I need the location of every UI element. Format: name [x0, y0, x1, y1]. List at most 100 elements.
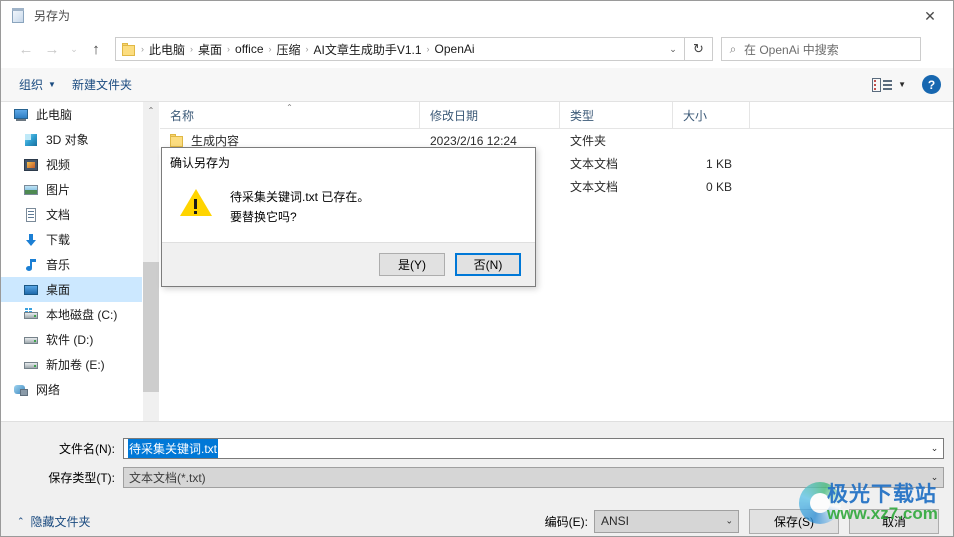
organize-button[interactable]: 组织 ▼	[11, 72, 64, 97]
pictures-icon	[23, 182, 39, 198]
dialog-message: 待采集关键词.txt 已存在。 要替换它吗?	[230, 187, 369, 227]
cell-type: 文本文档	[570, 157, 619, 171]
drive-icon	[23, 332, 39, 348]
breadcrumb-item-0[interactable]: 此电脑	[145, 41, 189, 58]
drive-icon	[23, 357, 39, 373]
desktop-icon	[23, 282, 39, 298]
computer-icon	[13, 107, 29, 123]
documents-icon	[23, 207, 39, 223]
filetype-select[interactable]: 文本文档(*.txt) ⌄	[123, 467, 944, 488]
cancel-button[interactable]: 取消	[849, 508, 939, 534]
organize-label: 组织	[19, 78, 44, 92]
column-header-type[interactable]: 类型	[560, 102, 673, 128]
downloads-icon	[23, 232, 39, 248]
sidebar-item-network[interactable]: 网络	[1, 377, 142, 402]
breadcrumb-item-2[interactable]: office	[231, 42, 267, 56]
sidebar-item-local-disk-c[interactable]: 本地磁盘 (C:)	[1, 302, 142, 327]
sidebar-item-videos[interactable]: 视频	[1, 152, 142, 177]
chevron-down-icon: ⌄	[725, 515, 733, 526]
filetype-value: 文本文档(*.txt)	[129, 471, 206, 485]
title-bar: 另存为 ✕	[1, 1, 953, 30]
column-header-empty	[750, 102, 950, 128]
sidebar-item-pictures[interactable]: 图片	[1, 177, 142, 202]
help-button[interactable]: ?	[922, 75, 941, 94]
sidebar-item-label: 桌面	[46, 283, 71, 297]
filename-row: 文件名(N): 待采集关键词.txt ⌄	[1, 438, 953, 459]
sidebar-item-downloads[interactable]: 下载	[1, 227, 142, 252]
sidebar-item-documents[interactable]: 文档	[1, 202, 142, 227]
sidebar-item-label: 文档	[46, 208, 71, 222]
chevron-down-icon[interactable]: ⌄	[926, 468, 943, 487]
dialog-message-line1: 待采集关键词.txt 已存在。	[230, 190, 370, 204]
sidebar-item-desktop[interactable]: 桌面	[1, 277, 142, 302]
sidebar-item-3d-objects[interactable]: 3D 对象	[1, 127, 142, 152]
column-label: 类型	[570, 108, 595, 123]
dialog-body: 待采集关键词.txt 已存在。 要替换它吗?	[162, 171, 535, 227]
filename-value: 待采集关键词.txt	[128, 439, 219, 458]
breadcrumb-item-5[interactable]: OpenAi	[431, 42, 479, 56]
hide-folders-label: 隐藏文件夹	[30, 514, 91, 529]
dialog-footer: 是(Y) 否(N)	[162, 242, 535, 286]
scrollbar-thumb[interactable]	[143, 262, 159, 392]
yes-button[interactable]: 是(Y)	[379, 253, 445, 276]
column-label: 修改日期	[430, 108, 479, 123]
sidebar-item-label: 下载	[46, 233, 71, 247]
filetype-label: 保存类型(T):	[48, 471, 115, 485]
music-icon	[23, 257, 39, 273]
command-toolbar: 组织 ▼ 新建文件夹 ▼ ?	[1, 68, 953, 102]
scroll-up-icon[interactable]: ⌃	[143, 102, 159, 119]
toolbar-right-group: ▼ ?	[872, 75, 941, 94]
chevron-down-icon[interactable]: ⌄	[662, 44, 684, 55]
save-button[interactable]: 保存(S)	[749, 508, 839, 534]
view-mode-icon[interactable]	[872, 77, 894, 93]
column-header-date[interactable]: 修改日期	[420, 102, 560, 128]
cell-size: 0 KB	[705, 179, 732, 194]
column-header-size[interactable]: 大小	[673, 102, 750, 128]
breadcrumb-item-3[interactable]: 压缩	[273, 41, 305, 58]
breadcrumb-item-1[interactable]: 桌面	[194, 41, 226, 58]
search-input[interactable]: ⌕ 在 OpenAi 中搜索	[721, 37, 921, 61]
save-form: 文件名(N): 待采集关键词.txt ⌄ 保存类型(T): 文本文档(*.txt…	[1, 421, 953, 536]
filename-input[interactable]: 待采集关键词.txt ⌄	[123, 438, 944, 459]
encoding-select[interactable]: ANSI ⌄	[594, 509, 739, 533]
breadcrumb-item-4[interactable]: AI文章生成助手V1.1	[310, 41, 426, 58]
videos-icon	[23, 157, 39, 173]
chevron-down-icon[interactable]: ⌄	[926, 439, 943, 458]
navigation-sidebar[interactable]: 此电脑 3D 对象 视频 图片 文档 下载 音乐 桌面 本地磁盘 (C:) 软件…	[1, 102, 142, 421]
sidebar-scrollbar[interactable]: ⌃ ⌄	[142, 102, 159, 536]
sidebar-item-music[interactable]: 音乐	[1, 252, 142, 277]
sidebar-item-label: 视频	[46, 158, 71, 172]
close-icon[interactable]: ✕	[907, 1, 953, 30]
forward-icon[interactable]: →	[39, 36, 65, 62]
search-icon: ⌕	[729, 41, 737, 56]
new-folder-button[interactable]: 新建文件夹	[64, 72, 140, 97]
navigation-bar: ← → ⌄ ↑ › 此电脑 › 桌面 › office › 压缩 › AI文章生…	[1, 30, 953, 68]
hide-folders-button[interactable]: ⌃ 隐藏文件夹	[17, 513, 91, 530]
3d-objects-icon	[23, 132, 39, 148]
cell-type: 文件夹	[570, 134, 607, 148]
save-as-dialog-window: 另存为 ✕ ← → ⌄ ↑ › 此电脑 › 桌面 › office › 压缩 ›…	[0, 0, 954, 537]
up-icon[interactable]: ↑	[83, 36, 109, 62]
column-label: 名称	[170, 108, 195, 123]
window-title: 另存为	[34, 9, 71, 23]
cell-size	[673, 129, 750, 152]
recent-locations-icon[interactable]: ⌄	[65, 36, 83, 62]
new-folder-label: 新建文件夹	[71, 78, 132, 92]
chevron-down-icon: ▼	[48, 80, 56, 89]
sidebar-item-this-pc[interactable]: 此电脑	[1, 102, 142, 127]
chevron-down-icon[interactable]: ▼	[898, 80, 906, 89]
folder-icon	[122, 42, 138, 56]
column-header-name[interactable]: ⌃ 名称	[160, 102, 420, 128]
refresh-icon[interactable]: ↻	[685, 37, 713, 61]
sidebar-item-label: 软件 (D:)	[46, 333, 94, 347]
sidebar-item-drive-e[interactable]: 新加卷 (E:)	[1, 352, 142, 377]
search-placeholder: 在 OpenAi 中搜索	[744, 42, 839, 57]
notepad-icon	[10, 7, 26, 24]
sidebar-item-label: 音乐	[46, 258, 71, 272]
sidebar-item-label: 新加卷 (E:)	[46, 358, 105, 372]
back-icon[interactable]: ←	[13, 36, 39, 62]
no-button[interactable]: 否(N)	[455, 253, 521, 276]
sidebar-item-drive-d[interactable]: 软件 (D:)	[1, 327, 142, 352]
address-bar[interactable]: › 此电脑 › 桌面 › office › 压缩 › AI文章生成助手V1.1 …	[115, 37, 685, 61]
sidebar-item-label: 图片	[46, 183, 71, 197]
